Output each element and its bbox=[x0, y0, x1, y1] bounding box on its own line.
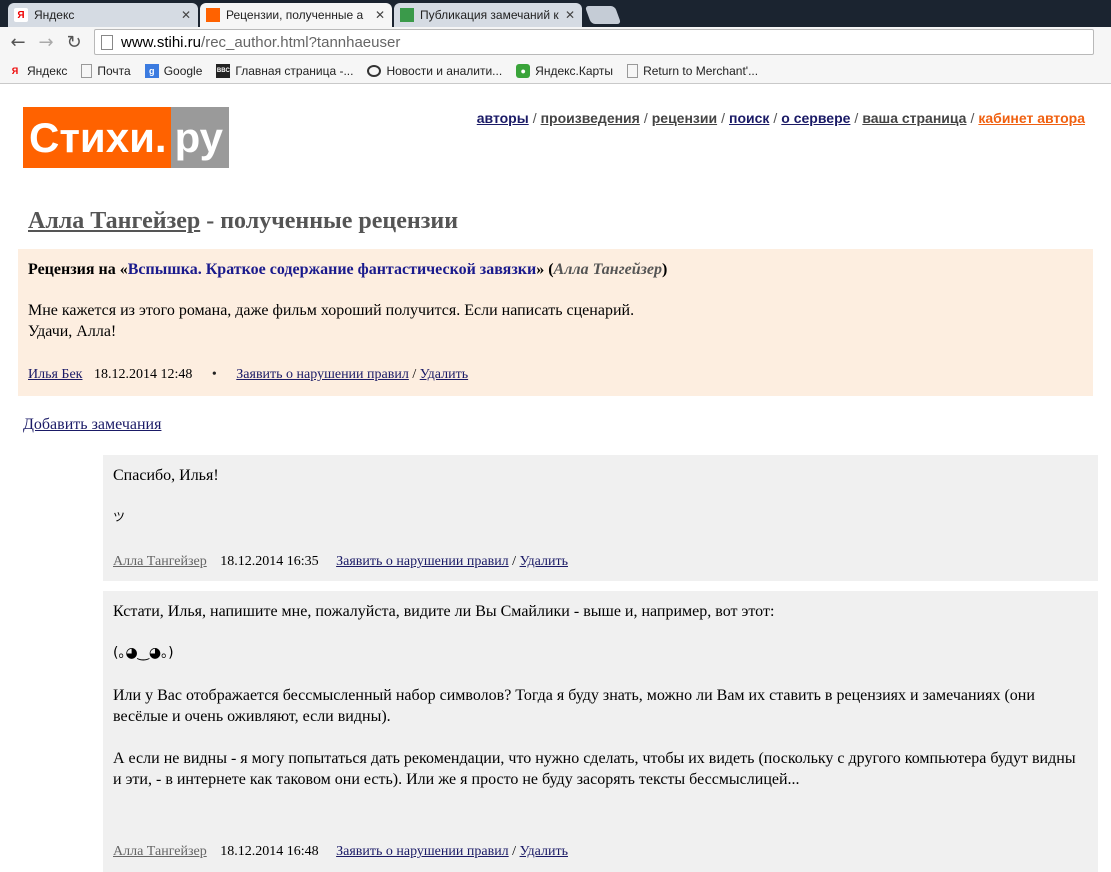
reply-text: Спасибо, Илья! bbox=[113, 467, 219, 484]
nav-about[interactable]: о сервере bbox=[781, 110, 850, 126]
tab-title: Яндекс bbox=[34, 8, 75, 22]
nav-authors[interactable]: авторы bbox=[477, 110, 529, 126]
reply-author-link[interactable]: Алла Тангейзер bbox=[113, 844, 207, 859]
url-path: /rec_author.html?tannhaeuser bbox=[201, 33, 401, 51]
tab-publication[interactable]: Публикация замечаний к ✕ bbox=[394, 3, 582, 27]
nav-search[interactable]: поиск bbox=[729, 110, 769, 126]
close-icon[interactable]: ✕ bbox=[180, 8, 192, 22]
bookmark-bbc[interactable]: BBC Главная страница -... bbox=[216, 64, 353, 78]
report-link[interactable]: Заявить о нарушении правил bbox=[336, 554, 509, 569]
review-text: Мне кажется из этого романа, даже фильм … bbox=[28, 302, 635, 340]
report-link[interactable]: Заявить о нарушении правил bbox=[236, 367, 409, 382]
smiley-text: (｡◕‿◕｡) bbox=[113, 645, 174, 661]
page-icon bbox=[400, 8, 414, 22]
reply-date: 18.12.2014 16:48 bbox=[220, 844, 319, 859]
bullet: • bbox=[211, 367, 217, 382]
reply-text: А если не видны - я могу попытаться дать… bbox=[113, 750, 1076, 788]
google-icon: g bbox=[144, 64, 159, 78]
nav-works[interactable]: произведения bbox=[541, 110, 640, 126]
nav-author-cabinet[interactable]: кабинет автора bbox=[978, 110, 1085, 126]
tab-yandex[interactable]: Я Яндекс ✕ bbox=[8, 3, 198, 27]
stihi-icon bbox=[206, 8, 220, 22]
reply-text: Кстати, Илья, напишите мне, пожалуйста, … bbox=[113, 603, 775, 620]
news-icon bbox=[367, 65, 382, 77]
report-link[interactable]: Заявить о нарушении правил bbox=[336, 844, 509, 859]
reviewer-link[interactable]: Илья Бек bbox=[28, 367, 82, 382]
bookmark-mail[interactable]: Почта bbox=[81, 64, 131, 78]
maps-icon: ● bbox=[516, 64, 531, 78]
nav-your-page[interactable]: ваша страница bbox=[862, 110, 966, 126]
close-icon[interactable]: ✕ bbox=[374, 8, 386, 22]
work-link[interactable]: Вспышка. Краткое содержание фантастическ… bbox=[128, 261, 536, 278]
review-card: Рецензия на «Вспышка. Краткое содержание… bbox=[18, 249, 1093, 396]
page-icon bbox=[101, 34, 113, 50]
close-icon[interactable]: ✕ bbox=[564, 8, 576, 22]
reply-meta: Алла Тангейзер 18.12.2014 16:35 Заявить … bbox=[113, 554, 568, 569]
bookmark-news[interactable]: Новости и аналити... bbox=[367, 64, 502, 78]
work-author-link[interactable]: Алла Тангейзер bbox=[554, 261, 662, 278]
reply-meta: Алла Тангейзер 18.12.2014 16:48 Заявить … bbox=[113, 844, 568, 859]
reply-date: 18.12.2014 16:35 bbox=[220, 554, 319, 569]
tab-bar: Я Яндекс ✕ Рецензии, полученные а ✕ Публ… bbox=[0, 0, 1111, 27]
tab-title: Публикация замечаний к bbox=[420, 8, 559, 22]
new-tab-button[interactable] bbox=[584, 6, 622, 24]
bookmarks-bar: Я Яндекс Почта g Google BBC Главная страниц… bbox=[0, 59, 1111, 84]
reload-icon[interactable]: ↻ bbox=[62, 31, 86, 55]
reply-card: Спасибо, Илья! ツ Алла Тангейзер 18.12.20… bbox=[103, 455, 1098, 581]
bookmark-maps[interactable]: ● Яндекс.Карты bbox=[516, 64, 613, 78]
add-note: Добавить замечания bbox=[23, 416, 161, 434]
page-icon bbox=[627, 64, 639, 78]
bbc-icon: BBC bbox=[216, 64, 231, 78]
forward-icon[interactable]: → bbox=[34, 31, 58, 55]
page-icon bbox=[81, 64, 93, 78]
site-nav: авторы / произведения / рецензии / поиск / о сер… bbox=[476, 110, 1085, 126]
url-host: www.stihi.ru bbox=[121, 33, 202, 51]
reply-card: Кстати, Илья, напишите мне, пожалуйста, … bbox=[103, 591, 1098, 872]
bookmark-yandex[interactable]: Я Яндекс bbox=[8, 64, 68, 78]
bookmark-google[interactable]: g Google bbox=[144, 64, 202, 78]
site-logo[interactable]: Стихи. ру bbox=[23, 107, 230, 168]
browser-toolbar: ← → ↻ www.stihi.ru/rec_author.html?tannh… bbox=[0, 27, 1111, 59]
delete-link[interactable]: Удалить bbox=[520, 844, 568, 859]
address-bar[interactable]: www.stihi.ru/rec_author.html?tannhaeuser bbox=[94, 29, 1094, 55]
page-title: Алла Тангейзер - полученные рецензии bbox=[28, 208, 459, 234]
review-heading: Рецензия на «Вспышка. Краткое содержание… bbox=[28, 261, 668, 278]
yandex-icon: Я bbox=[14, 8, 28, 22]
reply-author-link[interactable]: Алла Тангейзер bbox=[113, 554, 207, 569]
tab-reviews[interactable]: Рецензии, полученные а ✕ bbox=[200, 3, 392, 27]
bookmark-merchant[interactable]: Return to Merchant'... bbox=[627, 64, 758, 78]
yandex-icon: Я bbox=[11, 66, 19, 76]
review-meta: Илья Бек 18.12.2014 12:48 • Заявить о на… bbox=[28, 367, 469, 382]
delete-link[interactable]: Удалить bbox=[520, 554, 568, 569]
delete-link[interactable]: Удалить bbox=[420, 367, 468, 382]
tab-title: Рецензии, полученные а bbox=[226, 8, 364, 22]
reply-text: Или у Вас отображается бессмысленный наб… bbox=[113, 687, 1035, 725]
back-icon[interactable]: ← bbox=[6, 31, 30, 55]
add-note-link[interactable]: Добавить замечания bbox=[23, 416, 161, 433]
smiley-text: ツ bbox=[113, 510, 126, 524]
nav-reviews[interactable]: рецензии bbox=[652, 110, 717, 126]
review-date: 18.12.2014 12:48 bbox=[93, 367, 193, 382]
author-link[interactable]: Алла Тангейзер bbox=[28, 208, 200, 234]
